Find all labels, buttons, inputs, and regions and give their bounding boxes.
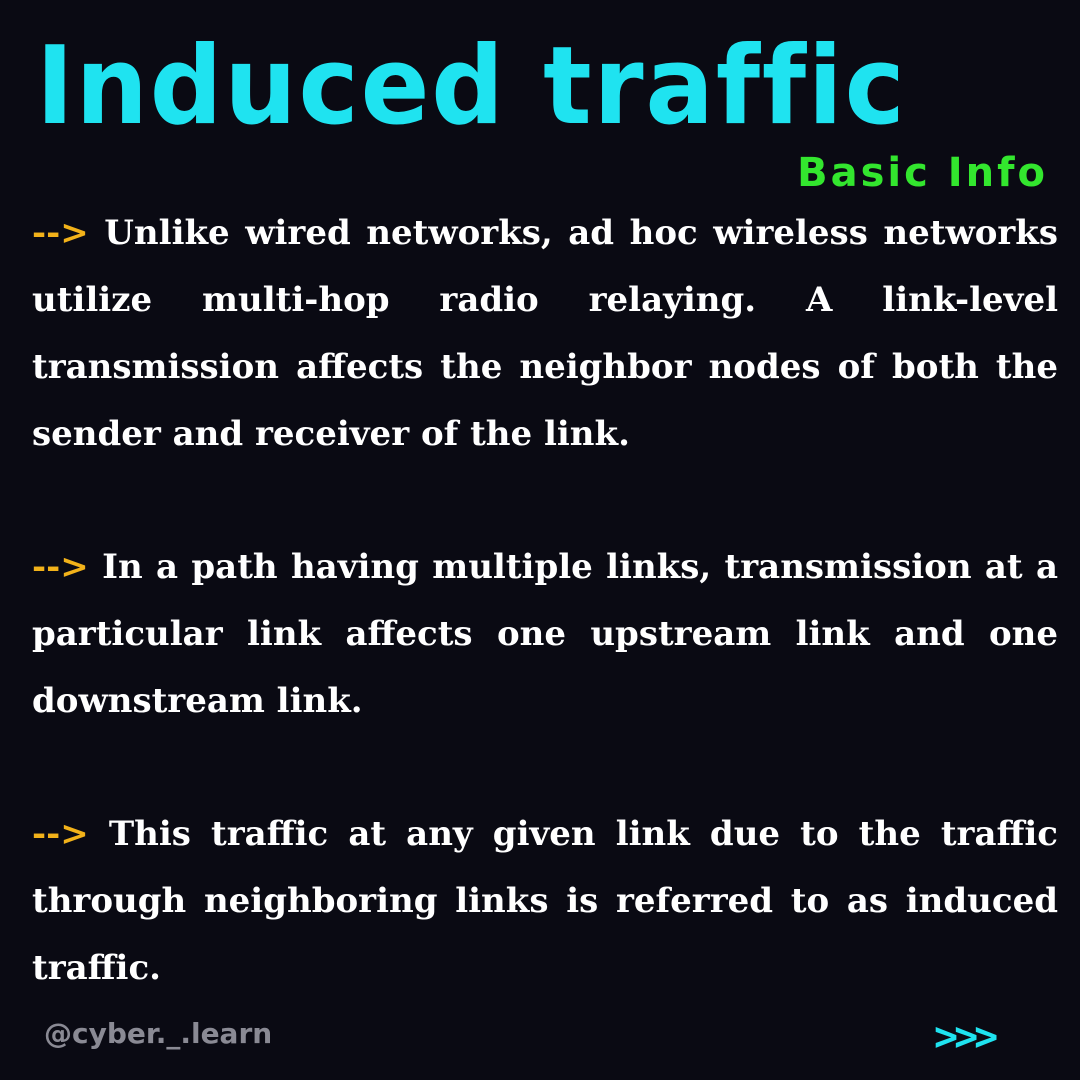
paragraph-text: In a path having multiple links, transmi… xyxy=(32,547,1058,721)
author-handle: @cyber._.learn xyxy=(44,1017,273,1050)
page-title: Induced traffic xyxy=(36,24,907,149)
arrow-bullet-icon: --> xyxy=(32,213,89,253)
paragraph-3: --> This traffic at any given link due t… xyxy=(32,801,1058,1002)
arrow-bullet-icon: --> xyxy=(32,814,89,854)
paragraph-2: --> In a path having multiple links, tra… xyxy=(32,534,1058,735)
paragraph-1: --> Unlike wired networks, ad hoc wirele… xyxy=(32,200,1058,468)
next-slide-arrow-icon[interactable]: >>> xyxy=(934,1012,998,1062)
arrow-bullet-icon: --> xyxy=(32,547,89,587)
content-body: --> Unlike wired networks, ad hoc wirele… xyxy=(32,200,1058,1068)
paragraph-text: Unlike wired networks, ad hoc wireless n… xyxy=(32,213,1059,454)
paragraph-text: This traffic at any given link due to th… xyxy=(32,814,1059,988)
page-subtitle: Basic Info xyxy=(797,150,1048,196)
post-card: Induced traffic Basic Info --> Unlike wi… xyxy=(0,0,1080,1080)
